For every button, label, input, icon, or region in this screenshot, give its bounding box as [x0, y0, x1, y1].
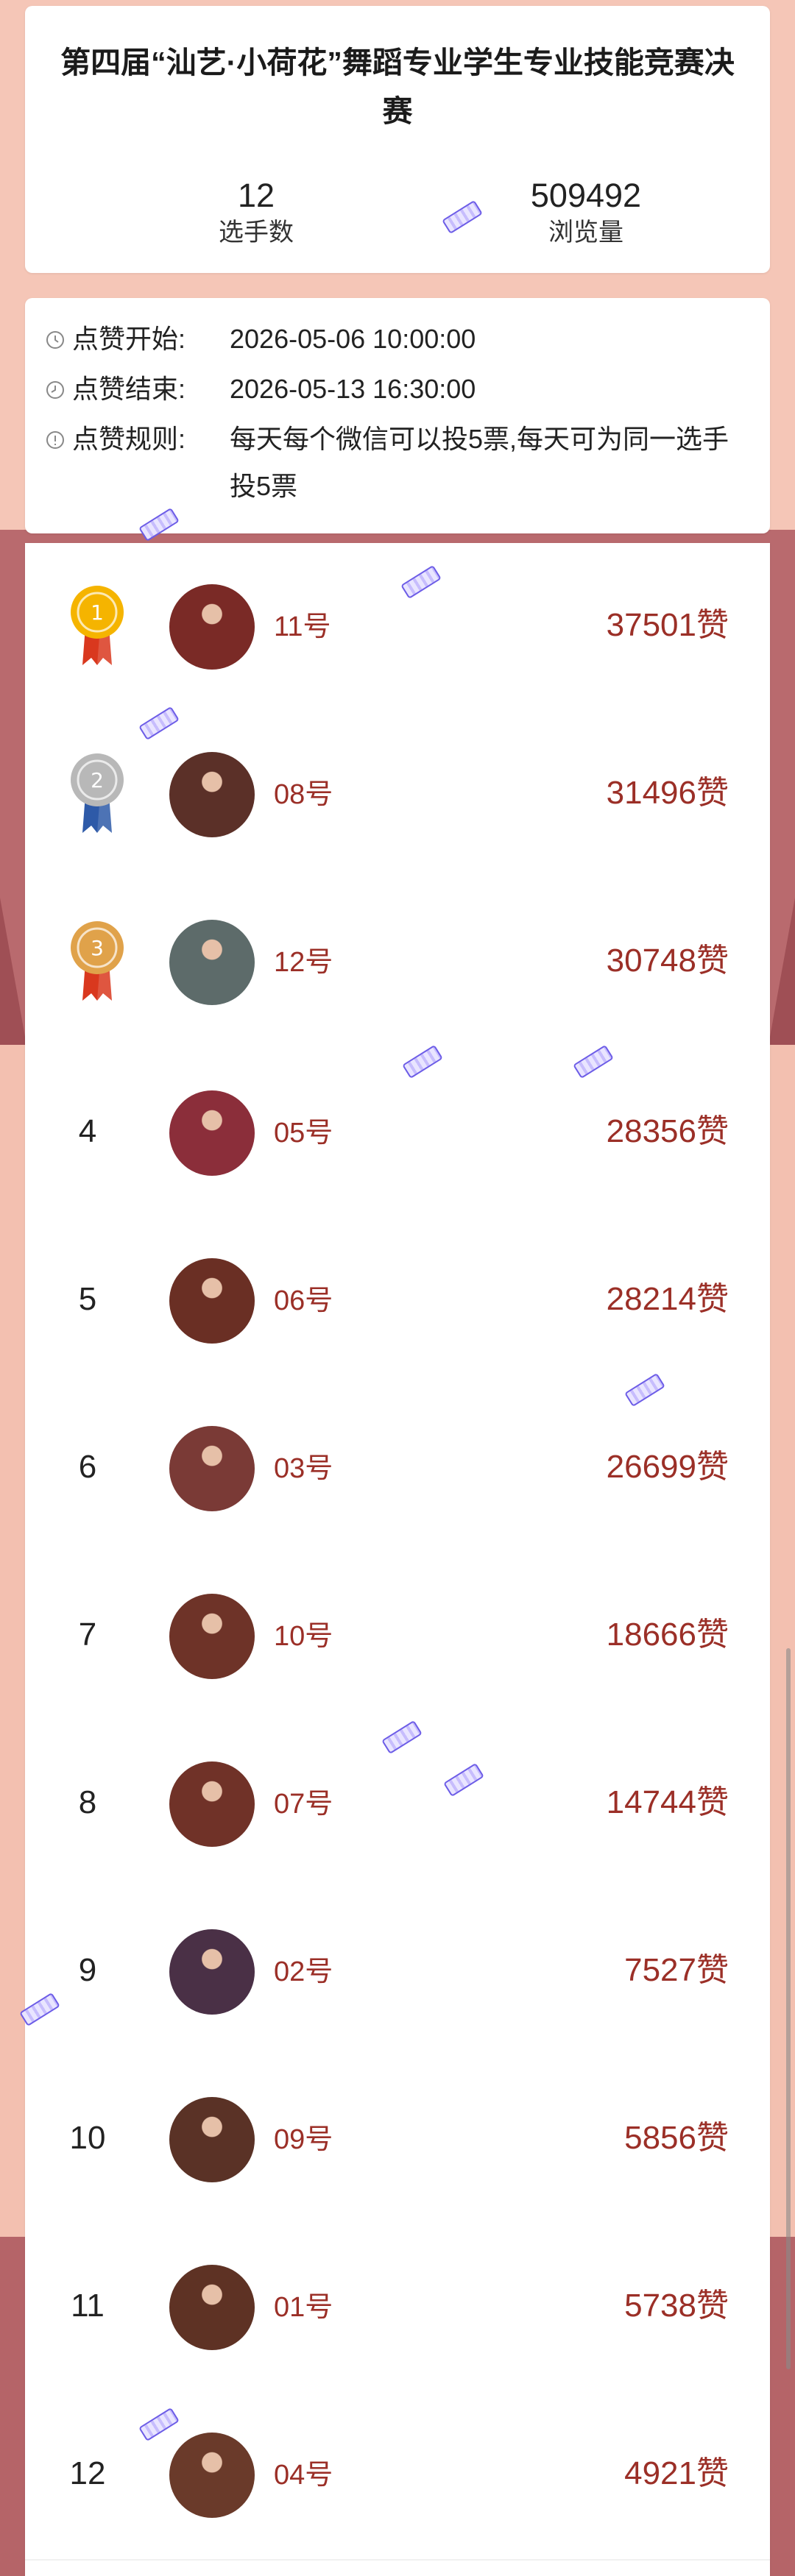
clock-end-icon — [46, 381, 64, 399]
ranking-row[interactable]: 9 02号 7527赞 — [25, 1888, 770, 2057]
voting-info-card: 点赞开始: 2026-05-06 10:00:00 点赞结束: 2026-05-… — [25, 298, 770, 533]
scrollbar[interactable] — [786, 1648, 791, 2369]
view-count-label: 浏览量 — [548, 219, 623, 246]
bronze-medal-icon: 3 — [66, 917, 128, 1005]
vote-count: 37501赞 — [606, 607, 729, 643]
vote-start-row: 点赞开始: 2026-05-06 10:00:00 — [46, 316, 749, 363]
svg-text:1: 1 — [91, 600, 104, 625]
vote-rule-label: 点赞规则: — [72, 424, 186, 454]
rank-number: 9 — [78, 1952, 97, 1988]
rank-number: 12 — [69, 2455, 106, 2491]
ranking-row[interactable]: 2 08号 31496赞 — [25, 711, 770, 880]
contestant-number[interactable]: 01号 — [274, 2290, 333, 2325]
rank-number: 5 — [78, 1281, 97, 1317]
ranking-list: 1 11号 37501赞 2 08号 31496赞 3 12号 30748赞 4 05号 28356赞… — [25, 543, 770, 2576]
contestant-number[interactable]: 09号 — [274, 2122, 333, 2157]
contestant-avatar[interactable] — [169, 2097, 255, 2182]
ranking-row[interactable]: 10 09号 5856赞 — [25, 2056, 770, 2225]
contestant-avatar[interactable] — [169, 1761, 255, 1847]
info-icon — [46, 431, 64, 449]
ranking-row[interactable]: 4 05号 28356赞 — [25, 1049, 770, 1218]
vote-count: 28214赞 — [606, 1281, 729, 1317]
contestant-avatar[interactable] — [169, 2265, 255, 2350]
contestant-count-label: 选手数 — [219, 219, 294, 246]
contestant-avatar[interactable] — [169, 1594, 255, 1679]
contestant-number[interactable]: 05号 — [274, 1115, 333, 1151]
contestant-avatar[interactable] — [169, 2433, 255, 2518]
contestant-number[interactable]: 11号 — [274, 609, 331, 645]
svg-text:2: 2 — [91, 768, 104, 792]
ranking-row[interactable]: 3 12号 30748赞 — [25, 879, 770, 1051]
contestant-number[interactable]: 12号 — [274, 945, 333, 980]
vote-start-label: 点赞开始: — [72, 324, 186, 354]
contestant-number[interactable]: 04号 — [274, 2458, 333, 2493]
vote-end-label: 点赞结束: — [72, 374, 186, 404]
vote-end-row: 点赞结束: 2026-05-13 16:30:00 — [46, 366, 749, 413]
contestant-number[interactable]: 03号 — [274, 1451, 333, 1486]
silver-medal-icon: 2 — [66, 749, 128, 837]
vote-count: 26699赞 — [606, 1449, 729, 1485]
rank-number: 11 — [71, 2288, 105, 2324]
contestant-number[interactable]: 02号 — [274, 1954, 333, 1990]
vote-count: 30748赞 — [606, 943, 729, 979]
ranking-row[interactable]: 7 10号 18666赞 — [25, 1553, 770, 1722]
rank-number: 10 — [69, 2120, 106, 2156]
vote-start-value: 2026-05-06 10:00:00 — [230, 324, 476, 354]
ranking-row[interactable]: 12 04号 4921赞 — [25, 2391, 770, 2561]
contestant-avatar[interactable] — [169, 1258, 255, 1344]
view-count-value: 509492 — [530, 177, 642, 214]
contestant-avatar[interactable] — [169, 1426, 255, 1511]
clock-icon — [46, 331, 64, 349]
rank-number: 4 — [78, 1113, 97, 1149]
contestant-number[interactable]: 07号 — [274, 1786, 333, 1822]
vote-end-value: 2026-05-13 16:30:00 — [230, 374, 476, 404]
vote-count: 28356赞 — [606, 1113, 729, 1149]
gold-medal-icon: 1 — [66, 581, 128, 670]
contestant-avatar[interactable] — [169, 1929, 255, 2015]
contestant-number[interactable]: 06号 — [274, 1283, 333, 1319]
contest-header-card: 第四届“汕艺·小荷花”舞蹈专业学生专业技能竞赛决赛 12 选手数 509492 … — [25, 6, 770, 273]
ranking-row[interactable]: 6 03号 26699赞 — [25, 1385, 770, 1554]
svg-text:3: 3 — [91, 936, 104, 960]
contestant-number[interactable]: 10号 — [274, 1619, 333, 1654]
decor-wedge-right — [768, 898, 795, 1045]
vote-count: 31496赞 — [606, 775, 729, 811]
contestant-avatar[interactable] — [169, 1090, 255, 1176]
contestant-avatar[interactable] — [169, 920, 255, 1005]
vote-count: 18666赞 — [606, 1617, 729, 1653]
contestant-avatar[interactable] — [169, 584, 255, 670]
rank-number: 6 — [78, 1449, 97, 1485]
rank-number: 7 — [78, 1617, 97, 1653]
contestant-count-stat: 12 选手数 — [146, 177, 367, 250]
vote-count: 14744赞 — [606, 1784, 729, 1820]
vote-rule-value: 每天每个微信可以投5票,每天可为同一选手投5票 — [230, 424, 729, 501]
view-count-stat: 509492 浏览量 — [476, 177, 696, 250]
decor-wedge-left — [0, 898, 26, 1045]
contestant-avatar[interactable] — [169, 752, 255, 837]
vote-count: 4921赞 — [624, 2455, 729, 2491]
vote-count: 5856赞 — [624, 2120, 729, 2156]
contestant-count-value: 12 — [237, 177, 275, 214]
ranking-row[interactable]: 5 06号 28214赞 — [25, 1217, 770, 1386]
contestant-number[interactable]: 08号 — [274, 777, 333, 812]
rank-number: 8 — [78, 1784, 97, 1820]
ranking-row[interactable]: 11 01号 5738赞 — [25, 2224, 770, 2393]
vote-rule-row: 点赞规则: 每天每个微信可以投5票,每天可为同一选手投5票 — [46, 416, 749, 519]
vote-count: 5738赞 — [624, 2288, 729, 2324]
vote-count: 7527赞 — [624, 1952, 729, 1988]
ranking-row[interactable]: 1 11号 37501赞 — [25, 543, 770, 712]
contest-title: 第四届“汕艺·小荷花”舞蹈专业学生专业技能竞赛决赛 — [60, 46, 735, 128]
